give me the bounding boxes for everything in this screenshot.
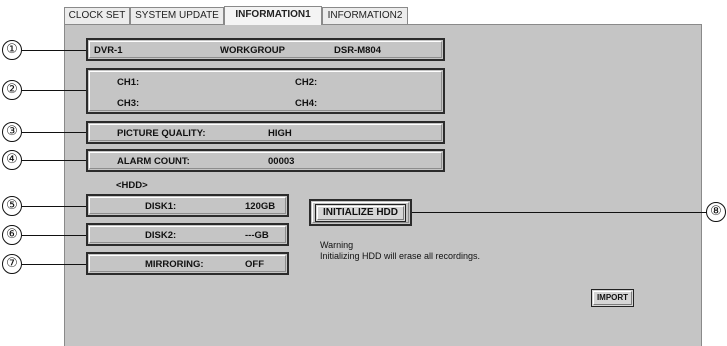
tab-information1[interactable]: INFORMATION1	[224, 6, 322, 25]
callout-5: ⑤	[2, 196, 22, 216]
callout-7: ⑦	[2, 254, 22, 274]
initialize-hdd-button[interactable]: INITIALIZE HDD	[315, 204, 406, 222]
disk1-value: 120GB	[245, 201, 276, 212]
alarm-count-box: ALARM COUNT: 00003	[86, 149, 445, 172]
mirroring-value: OFF	[245, 259, 264, 270]
disk1-box: DISK1: 120GB	[86, 194, 289, 217]
mirroring-box: MIRRORING: OFF	[86, 252, 289, 275]
workgroup-name: WORKGROUP	[220, 45, 285, 56]
callout-3: ③	[2, 122, 22, 142]
warning-title: Warning	[320, 240, 354, 250]
ch4-label: CH4:	[295, 98, 318, 109]
callout-6-leader	[22, 235, 86, 236]
callout-1: ①	[2, 40, 22, 60]
ch2-label: CH2:	[295, 77, 318, 88]
disk2-value: ---GB	[245, 230, 269, 241]
callout-5-leader	[22, 206, 86, 207]
callout-7-leader	[22, 264, 86, 265]
alarm-count-value: 00003	[268, 156, 295, 167]
device-name: DVR-1	[94, 45, 123, 56]
picture-quality-value: HIGH	[268, 128, 292, 139]
warning-text: Initializing HDD will erase all recordin…	[320, 251, 481, 261]
callout-2: ②	[2, 80, 22, 100]
device-model: DSR-M804	[334, 45, 381, 56]
mirroring-label: MIRRORING:	[145, 259, 204, 270]
callout-1-leader	[22, 50, 86, 51]
channel-info-box: CH1: CH2: CH3: CH4:	[86, 68, 445, 114]
ch1-label: CH1:	[117, 77, 140, 88]
callout-4-leader	[22, 160, 86, 161]
tab-information2[interactable]: INFORMATION2	[322, 7, 408, 24]
ch3-label: CH3:	[117, 98, 140, 109]
callout-8-leader	[412, 212, 707, 213]
tab-clock-set[interactable]: CLOCK SET	[64, 7, 130, 24]
callout-8: ⑧	[706, 202, 726, 222]
device-info-box: DVR-1 WORKGROUP DSR-M804	[86, 38, 445, 61]
callout-6: ⑥	[2, 225, 22, 245]
picture-quality-box: PICTURE QUALITY: HIGH	[86, 121, 445, 144]
alarm-count-label: ALARM COUNT:	[117, 156, 190, 167]
hdd-heading: <HDD>	[116, 180, 148, 191]
callout-4: ④	[2, 150, 22, 170]
callout-3-leader	[22, 132, 86, 133]
disk1-label: DISK1:	[145, 201, 177, 212]
disk2-label: DISK2:	[145, 230, 177, 241]
tab-system-update[interactable]: SYSTEM UPDATE	[130, 7, 224, 24]
disk2-box: DISK2: ---GB	[86, 223, 289, 246]
picture-quality-label: PICTURE QUALITY:	[117, 128, 206, 139]
callout-2-leader	[22, 90, 86, 91]
import-button[interactable]: IMPORT	[591, 289, 634, 307]
